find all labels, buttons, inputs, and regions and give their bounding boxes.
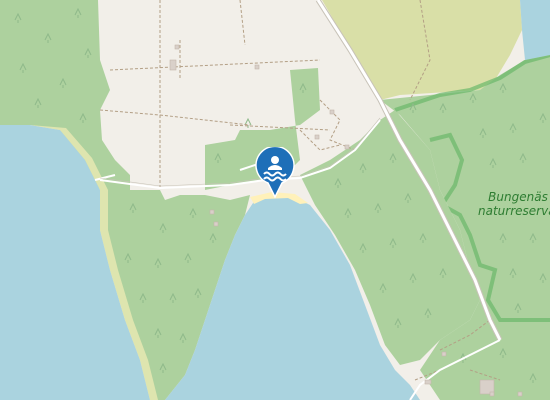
reserve-label-line1: Bungenäs — [488, 190, 548, 204]
reserve-label-line2: naturreservat — [478, 204, 550, 218]
reserve-label: Bungenäs naturreservat — [478, 190, 550, 218]
water-east — [520, 0, 550, 60]
marker-pin-graphic — [255, 147, 295, 199]
map-canvas[interactable]: Bungenäs naturreservat — [0, 0, 550, 400]
map-base-layer — [0, 0, 550, 400]
swimming-marker-icon[interactable] — [254, 147, 296, 199]
